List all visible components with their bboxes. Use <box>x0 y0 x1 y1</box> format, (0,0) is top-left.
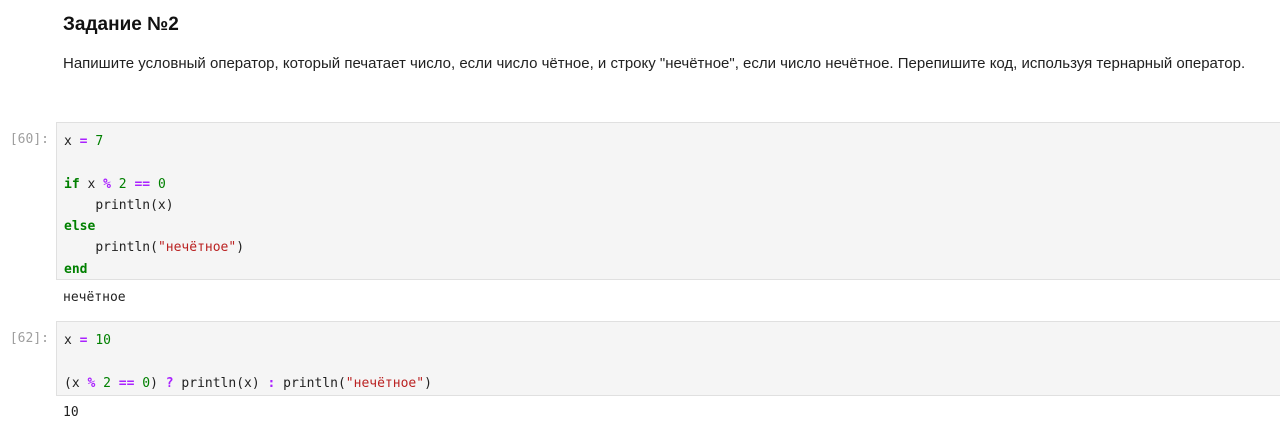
cell-1-execution-count: [60]: <box>9 132 49 147</box>
token-paren: ) <box>236 240 245 256</box>
cell-2-execution-count: [62]: <box>9 331 49 346</box>
token-keyword-if: if <box>64 176 80 192</box>
token-string: "нечётное" <box>157 240 237 256</box>
token-call: println( <box>275 375 346 391</box>
token-operator: = <box>79 134 88 149</box>
token-ternary-question: ? <box>165 375 174 391</box>
token-operator: == <box>134 176 151 192</box>
token-call: println(x) <box>173 375 268 391</box>
token-operator: == <box>118 375 135 391</box>
token-operator: % <box>87 375 96 391</box>
token-call: println( <box>95 240 158 256</box>
token-keyword-else: else <box>64 219 96 235</box>
task-title: Задание №2 <box>63 14 179 35</box>
cell-2-code-editor[interactable]: x = 10 (x % 2 == 0) ? println(x) : print… <box>56 321 1280 396</box>
cell-1-code-editor[interactable]: x = 7 if x % 2 == 0 println(x) else prin… <box>56 122 1280 280</box>
token-number: 10 <box>95 333 111 348</box>
token-variable: x <box>87 176 96 192</box>
cell-2-code[interactable]: x = 10 (x % 2 == 0) ? println(x) : print… <box>57 322 1280 394</box>
token-call: println(x) <box>95 197 174 213</box>
token-operator: % <box>103 176 111 192</box>
token-variable: x <box>64 333 72 348</box>
token-paren: ) <box>150 375 166 391</box>
token-number: 7 <box>95 134 104 149</box>
token-string: "нечётное" <box>345 375 425 391</box>
cell-1-output: нечётное <box>63 290 126 305</box>
cell-2-output: 10 <box>63 405 79 420</box>
token-keyword-end: end <box>64 261 88 277</box>
token-number: 2 <box>103 375 111 391</box>
token-number: 0 <box>142 375 151 391</box>
token-paren: (x <box>64 375 88 391</box>
token-operator: = <box>79 333 88 348</box>
token-number: 0 <box>157 176 166 192</box>
token-paren: ) <box>424 375 432 391</box>
token-number: 2 <box>118 176 127 192</box>
token-variable: x <box>64 134 72 149</box>
cell-1-code[interactable]: x = 7 if x % 2 == 0 println(x) else prin… <box>57 123 1280 280</box>
task-description: Напишите условный оператор, который печа… <box>63 55 1246 72</box>
